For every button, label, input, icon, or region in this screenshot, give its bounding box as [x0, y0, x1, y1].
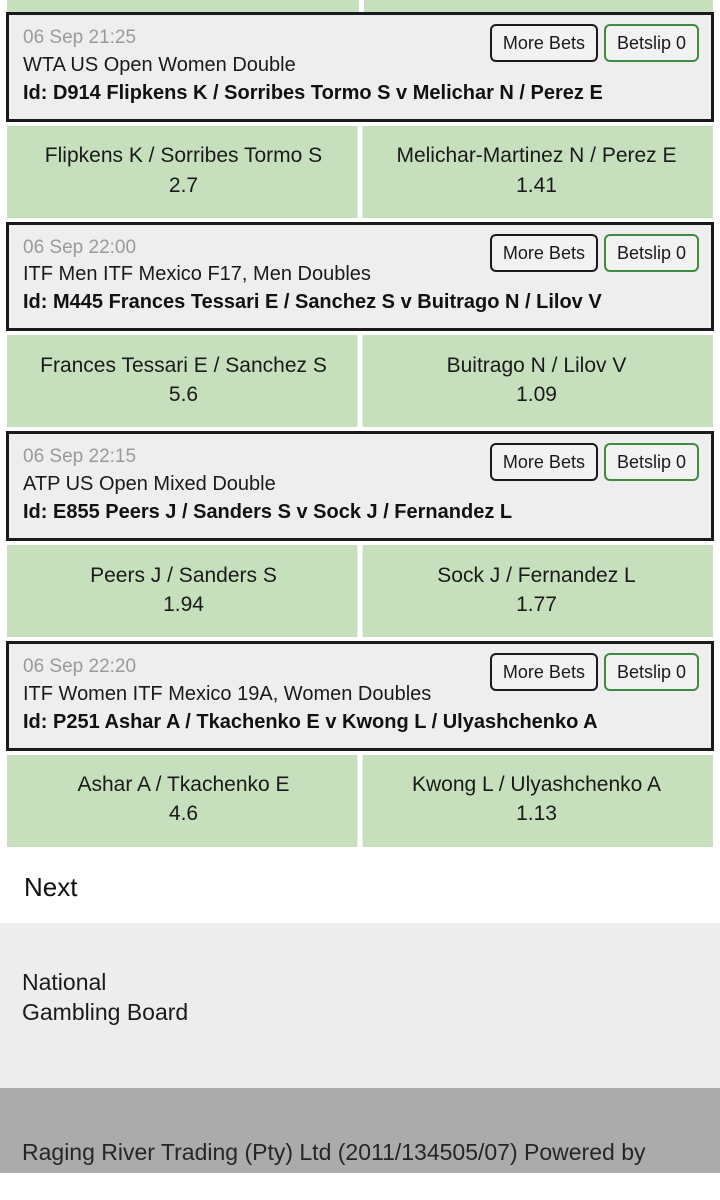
- event-id-line: Id: P251 Ashar A / Tkachenko E v Kwong L…: [23, 710, 598, 733]
- selection-row: Ashar A / Tkachenko E 4.6 Kwong L / Ulya…: [7, 754, 713, 847]
- selection-row: Flipkens K / Sorribes Tormo S 2.7 Melich…: [7, 125, 713, 218]
- gambling-board-line-2: Gambling Board: [22, 999, 189, 1026]
- selection-name: Kwong L / Ulyashchenko A: [411, 773, 662, 797]
- event-id-line: Id: E855 Peers J / Sanders S v Sock J / …: [23, 500, 513, 523]
- more-bets-button[interactable]: More Bets: [489, 652, 598, 691]
- pagination-bar: Next: [0, 850, 720, 923]
- event-header[interactable]: More Bets Betslip 0 06 Sep 22:00 ITF Men…: [6, 221, 714, 332]
- selection-divider: [359, 0, 364, 12]
- selection-price: 1.77: [516, 592, 557, 616]
- selection-option[interactable]: Melichar-Martinez N / Perez E 1.41: [360, 126, 713, 218]
- betslip-button[interactable]: Betslip 0: [603, 24, 699, 62]
- selection-name: Buitrago N / Lilov V: [446, 353, 627, 377]
- selection-divider: [357, 125, 363, 218]
- selection-name: Frances Tessari E / Sanchez S: [40, 353, 327, 377]
- selection-option[interactable]: Flipkens K / Sorribes Tormo S 2.7: [7, 126, 360, 218]
- event-block: More Bets Betslip 0 06 Sep 22:20 ITF Wom…: [0, 640, 720, 847]
- event-header[interactable]: More Bets Betslip 0 06 Sep 21:25 WTA US …: [6, 12, 714, 122]
- selection-name: Peers J / Sanders S: [90, 563, 277, 587]
- selection-price: 5.6: [168, 383, 199, 407]
- event-block: More Bets Betslip 0 06 Sep 21:25 WTA US …: [0, 12, 720, 218]
- selection-price: 1.13: [516, 802, 557, 826]
- event-id-line: Id: M445 Frances Tessari E / Sanchez S v…: [23, 291, 602, 314]
- selection-price: 1.09: [516, 383, 557, 407]
- betting-event-list-page: More Bets Betslip 0 06 Sep 21:25 WTA US …: [0, 0, 720, 1200]
- betslip-button[interactable]: Betslip 0: [603, 652, 699, 691]
- selection-price: 2.7: [168, 173, 199, 197]
- gambling-board-line-1: National: [22, 968, 107, 995]
- event-id-line: Id: D914 Flipkens K / Sorribes Tormo S v…: [23, 81, 603, 104]
- event-header[interactable]: More Bets Betslip 0 06 Sep 22:15 ATP US …: [6, 431, 714, 541]
- selection-price: 4.6: [168, 802, 199, 826]
- selection-row: Frances Tessari E / Sanchez S 5.6 Buitra…: [7, 335, 713, 428]
- event-block: More Bets Betslip 0 06 Sep 22:00 ITF Men…: [0, 221, 720, 428]
- selection-name: Ashar A / Tkachenko E: [77, 773, 290, 797]
- selection-option[interactable]: Buitrago N / Lilov V 1.09: [360, 335, 713, 427]
- selection-option[interactable]: Frances Tessari E / Sanchez S 5.6: [7, 335, 360, 427]
- selection-name: Flipkens K / Sorribes Tormo S: [44, 144, 323, 168]
- betslip-button[interactable]: Betslip 0: [603, 233, 699, 272]
- betslip-button[interactable]: Betslip 0: [603, 443, 699, 482]
- selection-divider: [357, 544, 363, 637]
- more-bets-button[interactable]: More Bets: [489, 233, 598, 272]
- clipped-selection-row-top: [7, 0, 713, 12]
- selection-row: Peers J / Sanders S 1.94 Sock J / Fernan…: [7, 544, 713, 637]
- site-footer: Raging River Trading (Pty) Ltd (2011/134…: [0, 1087, 720, 1173]
- selection-name: Melichar-Martinez N / Perez E: [396, 144, 677, 168]
- event-actions: More Bets Betslip 0: [489, 443, 699, 482]
- selection-option[interactable]: Sock J / Fernandez L 1.77: [360, 545, 713, 637]
- more-bets-button[interactable]: More Bets: [489, 443, 598, 482]
- event-block: More Bets Betslip 0 06 Sep 22:15 ATP US …: [0, 431, 720, 637]
- selection-price: 1.41: [516, 173, 557, 197]
- selection-option[interactable]: Kwong L / Ulyashchenko A 1.13: [360, 755, 713, 847]
- more-bets-button[interactable]: More Bets: [489, 24, 598, 62]
- event-actions: More Bets Betslip 0: [489, 652, 699, 691]
- event-actions: More Bets Betslip 0: [489, 24, 699, 62]
- selection-option[interactable]: Ashar A / Tkachenko E 4.6: [7, 755, 360, 847]
- footer-legal-text: Raging River Trading (Pty) Ltd (2011/134…: [22, 1138, 646, 1165]
- selection-option[interactable]: Peers J / Sanders S 1.94: [7, 545, 360, 637]
- event-actions: More Bets Betslip 0: [489, 233, 699, 272]
- selection-divider: [357, 754, 363, 847]
- selection-price: 1.94: [163, 592, 204, 616]
- selection-divider: [357, 335, 363, 428]
- selection-name: Sock J / Fernandez L: [437, 563, 636, 587]
- responsible-gambling-section: National Gambling Board: [0, 922, 720, 1088]
- next-page-link[interactable]: Next: [24, 874, 77, 900]
- event-header[interactable]: More Bets Betslip 0 06 Sep 22:20 ITF Wom…: [6, 640, 714, 751]
